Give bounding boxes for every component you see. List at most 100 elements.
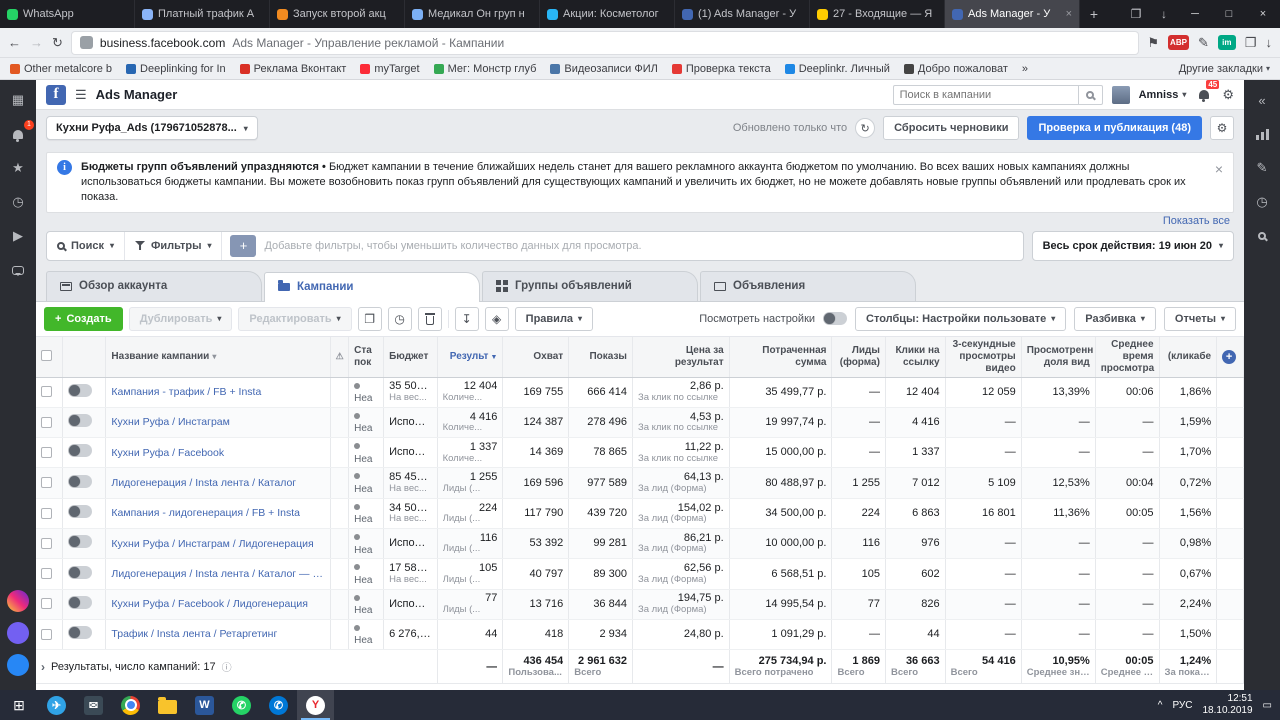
add-column-icon[interactable]: + xyxy=(1222,349,1237,364)
settings-gear-icon[interactable] xyxy=(1210,116,1234,140)
bookmark-item[interactable]: Deeplinking for In xyxy=(126,63,226,75)
col-header-name[interactable]: Название кампании xyxy=(105,336,331,378)
filters-button[interactable]: Фильтры xyxy=(125,231,223,260)
copy-icon[interactable] xyxy=(357,306,382,331)
window-maximize-button[interactable] xyxy=(1212,0,1246,28)
campaign-toggle[interactable] xyxy=(68,565,93,579)
bookmark-item[interactable]: Deeplinkr. Личный xyxy=(784,63,890,75)
word-icon[interactable]: W xyxy=(186,690,223,720)
adblock-abp-badge[interactable]: ABP xyxy=(1168,35,1189,50)
view-settings-toggle[interactable] xyxy=(823,312,848,326)
browser-tab[interactable]: (1) Ads Manager - У xyxy=(675,0,810,28)
reports-button[interactable]: Отчеты xyxy=(1163,306,1236,331)
charts-icon[interactable] xyxy=(1251,124,1273,144)
refresh-icon[interactable] xyxy=(855,118,876,138)
bookmark-item[interactable]: Проверка текста xyxy=(671,63,771,75)
window-close-button[interactable] xyxy=(1246,0,1280,28)
create-button[interactable]: Создать xyxy=(44,306,123,331)
campaign-search-input[interactable] xyxy=(893,88,1078,101)
tag-icon[interactable] xyxy=(484,306,509,331)
col-header-clicks[interactable]: Клики на ссылку xyxy=(885,336,946,378)
apps-grid-icon[interactable] xyxy=(7,90,29,110)
table-row[interactable]: Лидогенерация / Insta лента / Каталог Неа… xyxy=(36,467,1244,499)
campaign-toggle[interactable] xyxy=(68,444,93,458)
campaign-toggle[interactable] xyxy=(68,626,93,640)
columns-button[interactable]: Столбцы: Настройки пользовате xyxy=(855,306,1067,331)
close-icon[interactable] xyxy=(1215,160,1223,179)
campaign-toggle[interactable] xyxy=(68,474,93,488)
summary-label-cell[interactable]: Результаты, число кампаний: 17 xyxy=(36,649,438,685)
vk-icon[interactable] xyxy=(7,654,29,676)
viber-icon[interactable] xyxy=(7,622,29,644)
browser-tab[interactable]: Ads Manager - У xyxy=(945,0,1080,28)
bookmark-item[interactable]: Мег: Монстр глуб xyxy=(433,63,536,75)
history-icon[interactable] xyxy=(1251,192,1273,212)
bookmark-item[interactable]: myTarget xyxy=(360,63,420,75)
file-explorer-icon[interactable] xyxy=(149,690,186,720)
tab-campaigns[interactable]: Кампании xyxy=(264,271,480,302)
campaign-name-link[interactable]: Трафик / Insta лента / Ретаргетинг xyxy=(111,628,324,640)
other-bookmarks-button[interactable]: Другие закладки xyxy=(1179,63,1270,75)
chrome-icon[interactable] xyxy=(112,690,149,720)
row-checkbox[interactable] xyxy=(41,416,52,428)
tab-adsets[interactable]: Группы объявлений xyxy=(482,270,698,301)
bookmarks-overflow-icon[interactable] xyxy=(1022,63,1028,75)
table-row[interactable]: Кампания - лидогенерация / FB + Insta Неа… xyxy=(36,498,1244,529)
bookmark-item[interactable]: Видеозаписи ФИЛ xyxy=(550,63,658,75)
url-bar[interactable]: business.facebook.com Ads Manager - Упра… xyxy=(71,31,1139,54)
table-row[interactable]: Кухни Руфа / Инстаграм / Лидогенерация Не… xyxy=(36,528,1244,560)
reload-icon[interactable] xyxy=(52,35,63,51)
col-header-add[interactable]: + xyxy=(1216,336,1244,378)
tab-panel-icon[interactable] xyxy=(1122,7,1150,21)
campaign-toggle[interactable] xyxy=(68,535,93,549)
action-center-icon[interactable] xyxy=(1263,700,1272,711)
col-header-leads[interactable]: Лиды (форма) xyxy=(831,336,886,378)
new-tab-button[interactable] xyxy=(1080,0,1108,28)
campaign-name-link[interactable]: Кухни Руфа / Facebook / Лидогенерация xyxy=(111,598,324,610)
start-button[interactable] xyxy=(0,690,38,720)
browser-tab[interactable]: 27 - Входящие — Я xyxy=(810,0,945,28)
breakdown-button[interactable]: Разбивка xyxy=(1074,306,1156,331)
show-all-link[interactable]: Показать все xyxy=(50,215,1230,227)
campaign-name-link[interactable]: Кухни Руфа / Facebook xyxy=(111,447,324,459)
col-header-reach[interactable]: Охват xyxy=(502,336,570,378)
bookmark-item[interactable]: Добро пожаловат xyxy=(903,63,1008,75)
campaign-name-link[interactable]: Лидогенерация / Insta лента / Каталог xyxy=(111,477,324,489)
skype-icon[interactable] xyxy=(260,690,297,720)
browser-tab[interactable]: Медикал Он груп н xyxy=(405,0,540,28)
campaign-toggle[interactable] xyxy=(68,383,93,397)
bookmark-flag-icon[interactable] xyxy=(1147,35,1159,51)
search-filter-button[interactable]: Поиск xyxy=(47,231,126,260)
ad-account-selector[interactable]: Кухни Руфа_Ads (179671052878... xyxy=(46,116,258,140)
menu-hamburger-icon[interactable] xyxy=(75,87,87,103)
tab-ads[interactable]: Объявления xyxy=(700,270,916,301)
whatsapp-icon[interactable] xyxy=(223,690,260,720)
row-checkbox[interactable] xyxy=(41,628,52,640)
tray-expand-icon[interactable] xyxy=(1158,700,1163,711)
table-row[interactable]: Кухни Руфа / Facebook Неа Исполь... 1 337 Ко… xyxy=(36,437,1244,469)
review-publish-button[interactable]: Проверка и публикация (48) xyxy=(1027,116,1202,140)
col-header-impressions[interactable]: Показы xyxy=(568,336,633,378)
duplicate-button[interactable]: Дублировать xyxy=(128,306,233,331)
row-checkbox[interactable] xyxy=(41,477,52,489)
date-range-selector[interactable]: Весь срок действия: 19 июн 20 xyxy=(1031,230,1234,261)
window-minimize-button[interactable] xyxy=(1178,0,1212,28)
campaign-name-link[interactable]: Лидогенерация / Insta лента / Каталог — … xyxy=(111,568,324,580)
notifications-bell-icon[interactable]: 1 xyxy=(7,120,34,144)
browser-tab[interactable]: Акции: Косметолог xyxy=(540,0,675,28)
edit-pencil-icon[interactable] xyxy=(1251,158,1273,178)
edit-button[interactable]: Редактировать xyxy=(238,306,352,331)
facebook-logo-icon[interactable]: f xyxy=(46,84,66,105)
tab-close-icon[interactable] xyxy=(1066,8,1072,20)
col-header-avgtime[interactable]: Среднее время просмотра xyxy=(1095,336,1160,378)
campaign-toggle[interactable] xyxy=(68,595,93,609)
bookmark-item[interactable]: Other metalcore b xyxy=(10,63,112,75)
im-extension-badge[interactable]: im xyxy=(1217,35,1236,50)
browser-tab[interactable]: WhatsApp xyxy=(0,0,135,28)
collapse-panel-icon[interactable] xyxy=(1251,90,1273,110)
campaign-name-link[interactable]: Кухни Руфа / Инстаграм / Лидогенерация xyxy=(111,538,324,550)
yandex-browser-icon[interactable]: Y xyxy=(297,690,334,720)
row-checkbox[interactable] xyxy=(41,598,52,610)
col-header-ctr[interactable]: (кликабе xyxy=(1159,336,1218,378)
browser-tab[interactable]: Платный трафик А xyxy=(135,0,270,28)
